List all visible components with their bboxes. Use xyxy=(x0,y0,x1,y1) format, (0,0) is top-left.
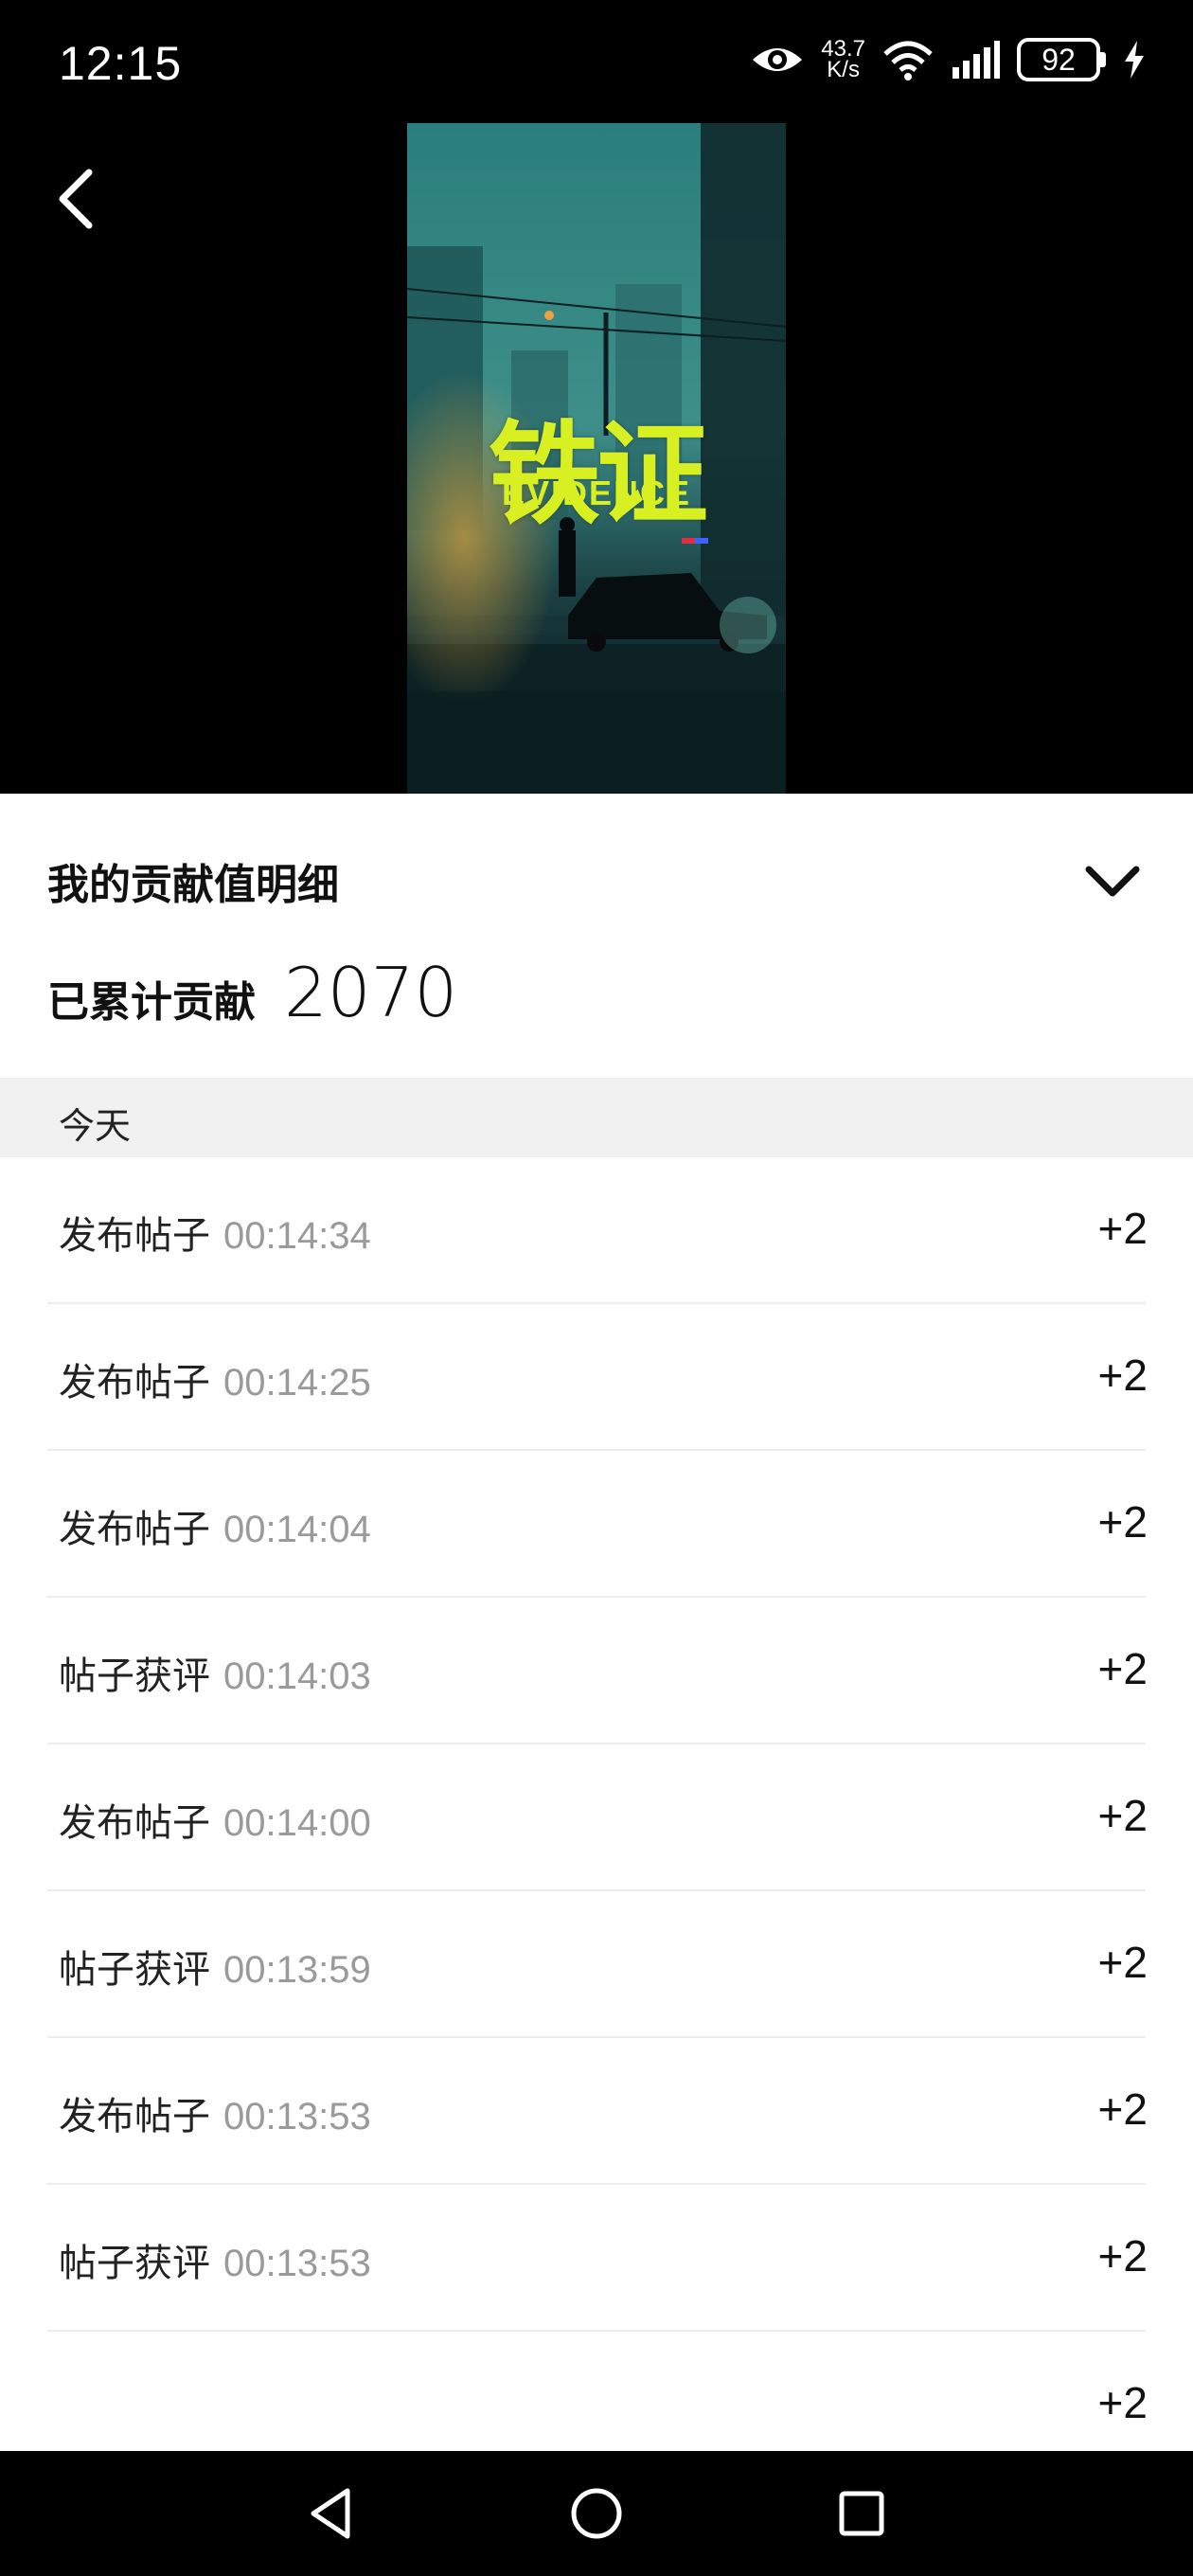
poster-title: 铁证 xyxy=(488,409,708,540)
day-section-header: 今天 xyxy=(0,1078,1193,1157)
record-action: 帖子获评 xyxy=(59,1948,210,1992)
battery-level: 92 xyxy=(1017,38,1100,81)
record-row: 帖子获评 00:14:03 +2 xyxy=(0,1598,1193,1744)
record-list[interactable]: 发布帖子 00:14:34 +2 发布帖子 00:14:25 +2 发布帖子 00:1… xyxy=(0,1157,1193,2451)
record-row: 发布帖子 00:14:00 +2 xyxy=(0,1744,1193,1891)
record-row: 发布帖子 00:13:53 +2 xyxy=(0,2038,1193,2185)
record-action: 发布帖子 xyxy=(59,2095,210,2138)
signal-icon xyxy=(953,41,1000,79)
recents-square-icon xyxy=(839,2491,884,2536)
record-row: 帖子获评 00:13:53 +2 xyxy=(0,2185,1193,2332)
nav-home-button[interactable] xyxy=(559,2476,634,2551)
record-action: 发布帖子 xyxy=(59,1801,210,1845)
status-time: 12:15 xyxy=(59,37,183,90)
eye-icon xyxy=(753,48,803,71)
collapse-button[interactable] xyxy=(1079,852,1146,909)
record-time: 00:14:25 xyxy=(223,1362,371,1404)
record-action: 发布帖子 xyxy=(59,1214,210,1258)
record-points: +2 xyxy=(1097,2378,1148,2427)
record-time: 00:13:53 xyxy=(223,2243,371,2284)
total-value: 2070 xyxy=(284,953,458,1032)
record-time: 00:14:03 xyxy=(223,1655,371,1697)
wifi-icon xyxy=(883,41,933,80)
net-speed: 43.7 K/s xyxy=(821,38,865,82)
battery-icon: 92 xyxy=(1017,38,1106,81)
record-row: 发布帖子 00:14:34 +2 xyxy=(0,1157,1193,1304)
record-points: +2 xyxy=(1097,1791,1148,1840)
record-points: +2 xyxy=(1097,2084,1148,2134)
net-speed-unit: K/s xyxy=(827,57,860,82)
sheet-header: 我的贡献值明细 xyxy=(47,850,1146,911)
poster-subtitle: EVIDENCE xyxy=(501,474,692,512)
record-row: +2 xyxy=(0,2332,1193,2451)
record-action: 帖子获评 xyxy=(59,1655,210,1698)
record-points: +2 xyxy=(1097,1497,1148,1547)
chevron-down-icon xyxy=(1085,866,1140,897)
record-time: 00:14:00 xyxy=(223,1802,371,1844)
back-triangle-icon xyxy=(311,2488,350,2539)
status-icons: 43.7 K/s 92 xyxy=(751,38,1146,81)
record-action: 发布帖子 xyxy=(59,1508,210,1551)
system-nav-bar xyxy=(0,2451,1193,2576)
record-time: 00:14:34 xyxy=(223,1215,371,1257)
chevron-left-icon xyxy=(59,169,93,229)
total-contribution: 已累计贡献 2070 xyxy=(47,953,457,1032)
nav-recents-button[interactable] xyxy=(824,2476,899,2551)
record-row: 帖子获评 00:13:59 +2 xyxy=(0,1891,1193,2038)
home-circle-icon xyxy=(571,2488,622,2539)
record-points: +2 xyxy=(1097,1351,1148,1400)
record-action: 发布帖子 xyxy=(59,1361,210,1404)
sheet-title: 我的贡献值明细 xyxy=(47,861,339,909)
contribution-sheet: 我的贡献值明细 已累计贡献 2070 今天 发布帖子 00:14:34 +2 发布… xyxy=(0,794,1193,2451)
nav-back-button[interactable] xyxy=(294,2476,369,2551)
record-action: 帖子获评 xyxy=(59,2242,210,2285)
charging-icon xyxy=(1125,41,1144,79)
movie-poster[interactable]: 铁证 EVIDENCE xyxy=(407,123,786,794)
status-bar: 12:15 43.7 K/s 92 xyxy=(0,0,1193,123)
record-points: +2 xyxy=(1097,2231,1148,2281)
total-label: 已累计贡献 xyxy=(47,978,256,1027)
record-points: +2 xyxy=(1097,1644,1148,1693)
record-points: +2 xyxy=(1097,1938,1148,1987)
record-time: 00:13:53 xyxy=(223,2096,371,2138)
record-time: 00:14:04 xyxy=(223,1509,371,1550)
record-row: 发布帖子 00:14:25 +2 xyxy=(0,1304,1193,1451)
record-time: 00:13:59 xyxy=(223,1949,371,1991)
day-label: 今天 xyxy=(59,1105,132,1147)
record-row: 发布帖子 00:14:04 +2 xyxy=(0,1451,1193,1598)
poster-area: 铁证 EVIDENCE xyxy=(0,123,1193,794)
back-button[interactable] xyxy=(38,161,114,237)
record-points: +2 xyxy=(1097,1204,1148,1253)
